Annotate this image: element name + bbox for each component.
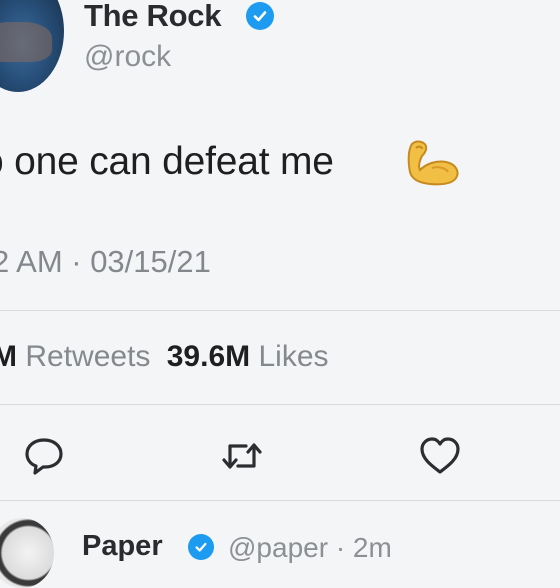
author-avatar[interactable] [0,0,64,92]
flexed-biceps-icon [402,138,462,188]
tweet-text: o one can defeat me [0,140,334,183]
divider [0,310,560,311]
engagement-stats: M Retweets 39.6M Likes [0,340,329,374]
divider [0,500,560,501]
author-handle[interactable]: @rock [84,40,171,74]
reply-author-avatar[interactable] [0,518,54,588]
likes-label[interactable]: Likes [258,340,328,373]
tweet-timestamp[interactable]: 2 AM · 03/15/21 [0,244,211,280]
verified-badge-icon [246,2,274,30]
retweets-count[interactable]: M [0,340,17,373]
reply-icon[interactable] [22,434,66,478]
retweets-label[interactable]: Retweets [25,340,150,373]
retweet-icon[interactable] [220,434,264,478]
divider [0,404,560,405]
like-icon[interactable] [418,434,462,478]
reply-author-name[interactable]: Paper [82,530,163,563]
author-name[interactable]: The Rock [84,0,221,34]
likes-count[interactable]: 39.6M [167,340,250,373]
reply-meta: @paper · 2m [228,532,392,563]
verified-badge-icon [188,534,214,560]
